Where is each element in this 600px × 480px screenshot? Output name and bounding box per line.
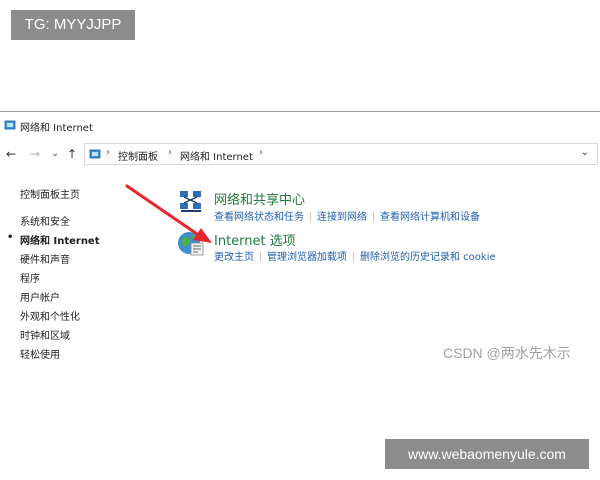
arrow-left-icon[interactable]: ← <box>4 147 18 161</box>
breadcrumb-control-panel[interactable]: 控制面板 <box>118 148 158 163</box>
sidebar-item-network-internet[interactable]: • 网络和 Internet <box>7 232 100 247</box>
category-links: 查看网络状态和任务 连接到网络 查看网络计算机和设备 <box>214 208 480 223</box>
arrow-right-icon[interactable]: → <box>28 147 42 161</box>
sidebar-item-clock-region[interactable]: 时钟和区域 <box>20 327 70 342</box>
csdn-watermark: CSDN @两水先木示 <box>443 345 571 361</box>
link-view-network-status[interactable]: 查看网络状态和任务 <box>214 212 304 223</box>
sidebar-item-user-accounts[interactable]: 用户帐户 <box>20 289 60 304</box>
sidebar-item-label: 网络和 Internet <box>20 236 100 247</box>
link-manage-browser-addons[interactable]: 管理浏览器加载项 <box>267 252 347 263</box>
site-watermark-badge: www.webaomenyule.com <box>385 439 589 469</box>
control-panel-icon <box>4 120 16 130</box>
sidebar-item-control-panel-home[interactable]: 控制面板主页 <box>20 186 80 201</box>
link-divider <box>310 212 311 222</box>
category-title-internet-options[interactable]: Internet 选项 <box>214 230 296 249</box>
breadcrumb-network-internet[interactable]: 网络和 Internet <box>180 148 253 163</box>
breadcrumb-separator[interactable]: › <box>259 147 263 158</box>
address-bar[interactable]: › 控制面板 › 网络和 Internet › ⌄ <box>84 143 598 165</box>
category-links: 更改主页 管理浏览器加载项 删除浏览的历史记录和 cookie <box>214 248 496 263</box>
sidebar-item-programs[interactable]: 程序 <box>20 270 40 285</box>
internet-options-globe-icon <box>178 232 204 256</box>
breadcrumb-separator: › <box>168 147 172 158</box>
sidebar-item-ease-of-access[interactable]: 轻松使用 <box>20 346 60 361</box>
network-sharing-center-icon <box>180 191 201 212</box>
window-title: 网络和 Internet <box>20 123 93 134</box>
link-connect-to-network[interactable]: 连接到网络 <box>317 212 367 223</box>
sidebar-item-hardware-sound[interactable]: 硬件和声音 <box>20 251 70 266</box>
tg-watermark-badge: TG: MYYJJPP <box>11 10 135 40</box>
link-divider <box>353 252 354 262</box>
navigation-bar: ← → ⌄ ↑ › 控制面板 › 网络和 Internet › ⌄ <box>0 140 600 170</box>
arrow-up-icon[interactable]: ↑ <box>65 147 79 161</box>
chevron-down-icon[interactable]: ⌄ <box>48 147 62 161</box>
category-title-network-sharing-center[interactable]: 网络和共享中心 <box>214 189 305 208</box>
link-divider <box>260 252 261 262</box>
chevron-down-icon[interactable]: ⌄ <box>581 147 589 158</box>
breadcrumb-separator: › <box>106 147 110 158</box>
active-bullet-icon: • <box>7 232 14 243</box>
link-divider <box>373 212 374 222</box>
window-titlebar: 网络和 Internet <box>0 112 600 138</box>
control-panel-icon <box>89 149 101 159</box>
sidebar-item-appearance[interactable]: 外观和个性化 <box>20 308 80 323</box>
link-view-network-computers[interactable]: 查看网络计算机和设备 <box>380 212 480 223</box>
sidebar-item-system-security[interactable]: 系统和安全 <box>20 213 70 228</box>
link-delete-browsing-history[interactable]: 删除浏览的历史记录和 cookie <box>360 252 496 263</box>
link-change-home-page[interactable]: 更改主页 <box>214 252 254 263</box>
